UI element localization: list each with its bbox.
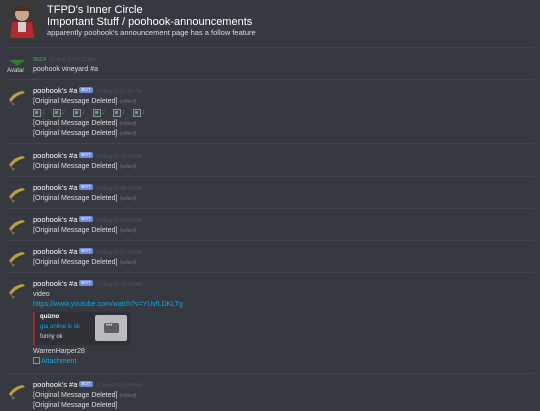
- edited-tag: (edited): [119, 393, 137, 399]
- image-icon: [33, 109, 41, 117]
- divider: [6, 79, 534, 80]
- edited-tag: (edited): [119, 99, 137, 105]
- reaction[interactable]: 2: [53, 109, 73, 117]
- bot-badge: BOT: [79, 280, 93, 286]
- message-timestamp: 17-Aug-20 12:33 AM: [95, 282, 142, 288]
- divider: [6, 272, 534, 273]
- message-author[interactable]: poohook's #a: [33, 215, 77, 224]
- message-timestamp: 16-Aug-20 01:13 AM: [49, 57, 96, 63]
- message-content: [Original Message Deleted]: [33, 402, 118, 409]
- channel-header: TFPD's Inner Circle Important Stuff / po…: [0, 0, 540, 44]
- attachment-link[interactable]: Attachment: [41, 358, 76, 365]
- reaction[interactable]: 2: [113, 109, 133, 117]
- divider: [6, 143, 534, 144]
- message-author[interactable]: poohook's #a: [33, 247, 77, 256]
- embed-title[interactable]: gta online is ok: [40, 324, 80, 330]
- video-embed: quizno gta online is ok funny ok: [33, 312, 130, 345]
- divider: [6, 373, 534, 374]
- guild-icon: [4, 2, 40, 38]
- embed-thumbnail[interactable]: [95, 315, 127, 341]
- message-content: [Original Message Deleted]: [33, 98, 118, 105]
- avatar[interactable]: [6, 183, 28, 205]
- bot-badge: BOT: [79, 87, 93, 93]
- embed-provider[interactable]: quizno: [40, 314, 59, 320]
- edited-tag: (edited): [119, 228, 137, 234]
- reaction-row: 2 2 2 2 2 1: [33, 107, 153, 119]
- edited-tag: (edited): [119, 260, 137, 266]
- reaction[interactable]: 2: [93, 109, 113, 117]
- message-timestamp: 16-Aug-20 06:04 PM: [95, 218, 142, 224]
- image-icon: [53, 109, 61, 117]
- message-content: [Original Message Deleted]: [33, 392, 118, 399]
- bot-badge: BOT: [79, 248, 93, 254]
- bot-badge: BOT: [79, 381, 93, 387]
- divider: [6, 240, 534, 241]
- broken-image-icon: [33, 357, 40, 364]
- avatar[interactable]: [6, 151, 28, 173]
- avatar[interactable]: [6, 247, 28, 269]
- avatar[interactable]: [6, 380, 28, 402]
- bot-badge: BOT: [79, 216, 93, 222]
- message-content: [Original Message Deleted]: [33, 227, 118, 234]
- message-author[interactable]: poohook's #a: [33, 380, 77, 389]
- avatar[interactable]: [6, 279, 28, 301]
- message-timestamp: 16-Aug-20 05:33 PM: [95, 186, 142, 192]
- message-timestamp: 17-Aug-20 01:38 AM: [95, 383, 142, 389]
- embed-description: funny ok: [40, 334, 63, 340]
- reaction[interactable]: 1: [133, 109, 153, 117]
- divider: [6, 176, 534, 177]
- message-content: [Original Message Deleted]: [33, 163, 118, 170]
- message-author[interactable]: poohook's #a: [33, 183, 77, 192]
- image-icon: [133, 109, 141, 117]
- message-content: poohook vineyard #a: [33, 66, 98, 73]
- message-content: [Original Message Deleted]: [33, 120, 118, 127]
- channel-name: Important Stuff / poohook-announcements: [47, 16, 253, 28]
- reaction[interactable]: 2: [73, 109, 93, 117]
- edited-tag: (edited): [119, 196, 137, 202]
- avatar[interactable]: Avatar: [6, 54, 28, 76]
- image-icon: [113, 109, 121, 117]
- bot-badge: BOT: [79, 152, 93, 158]
- message-author[interactable]: poohook's #a: [33, 86, 77, 95]
- divider: [6, 208, 534, 209]
- message-timestamp: 16-Aug-20 03:23 PM: [95, 154, 142, 160]
- avatar[interactable]: [6, 86, 28, 108]
- svg-text:Avatar: Avatar: [7, 68, 24, 74]
- message-timestamp: 16-Aug-20 07:43 PM: [95, 250, 142, 256]
- reaction[interactable]: 2: [33, 109, 53, 117]
- message-author[interactable]: poohook's #a: [33, 279, 77, 288]
- video-link[interactable]: https://www.youtube.com/watch?v=YUvfLDKL…: [33, 301, 183, 308]
- image-icon: [93, 109, 101, 117]
- divider: [6, 47, 534, 48]
- message-content: [Original Message Deleted]: [33, 195, 118, 202]
- guild-name: TFPD's Inner Circle: [47, 4, 143, 16]
- message-timestamp: 16-Aug-20 01:35 PM: [95, 89, 142, 95]
- edited-tag: (edited): [119, 164, 137, 170]
- message-author[interactable]: poohook's #a: [33, 151, 77, 160]
- channel-topic: apparently poohook's announcement page h…: [47, 28, 256, 37]
- image-icon: [73, 109, 81, 117]
- message-author[interactable]: aizx: [33, 54, 46, 63]
- play-icon[interactable]: [104, 323, 119, 333]
- avatar[interactable]: [6, 215, 28, 237]
- bot-badge: BOT: [79, 184, 93, 190]
- message-content: [Original Message Deleted]: [33, 130, 118, 137]
- message-content: video: [33, 291, 50, 298]
- message-content: WarrenHarper28: [33, 348, 85, 355]
- message-content: [Original Message Deleted]: [33, 259, 118, 266]
